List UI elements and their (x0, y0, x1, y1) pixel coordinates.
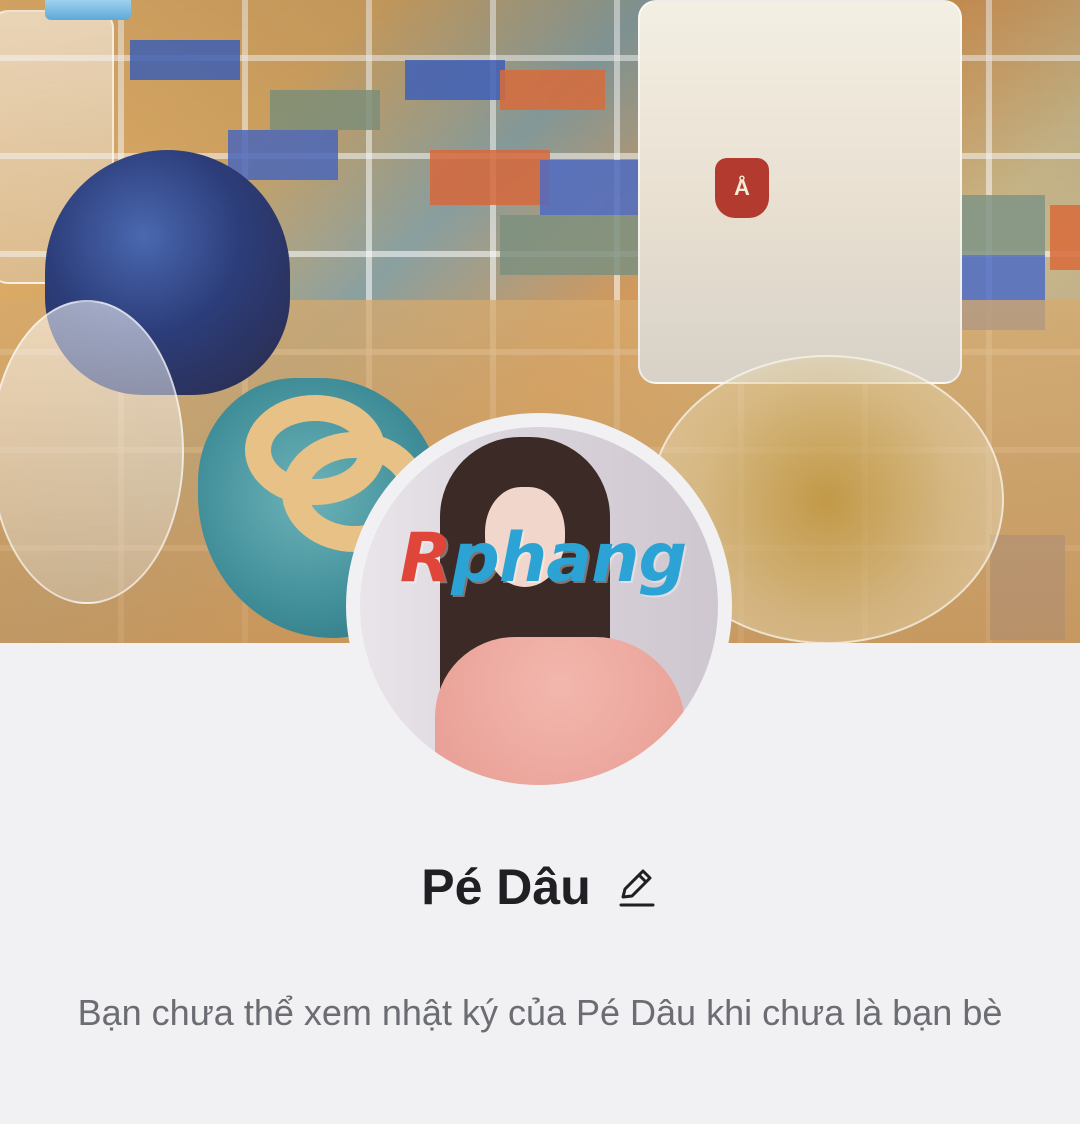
cover-tile (500, 215, 640, 275)
cover-tile (228, 130, 338, 180)
avatar-sweater (435, 637, 685, 785)
cover-tile (130, 40, 240, 80)
cover-cafe-logo: Å (715, 158, 769, 218)
cover-tile (405, 60, 505, 100)
edit-name-button[interactable] (615, 863, 659, 911)
avatar-watermark-rest: phang (451, 519, 687, 598)
cover-tile (500, 70, 605, 110)
cover-tile (430, 150, 550, 205)
avatar-watermark: Rphang (378, 519, 708, 598)
avatar-watermark-initial: R (399, 519, 452, 598)
cover-tile (270, 90, 380, 130)
cover-latte-glass (638, 0, 962, 384)
profile-name-row: Pé Dâu (0, 852, 1080, 922)
cover-tile (1050, 205, 1080, 270)
cover-top-chip (45, 0, 131, 20)
diary-restricted-message: Bạn chưa thể xem nhật ký của Pé Dâu khi … (77, 992, 1003, 1033)
avatar[interactable]: Rphang (360, 427, 718, 785)
pencil-icon (619, 869, 655, 907)
cover-tile (540, 160, 645, 215)
profile-name: Pé Dâu (421, 859, 591, 915)
